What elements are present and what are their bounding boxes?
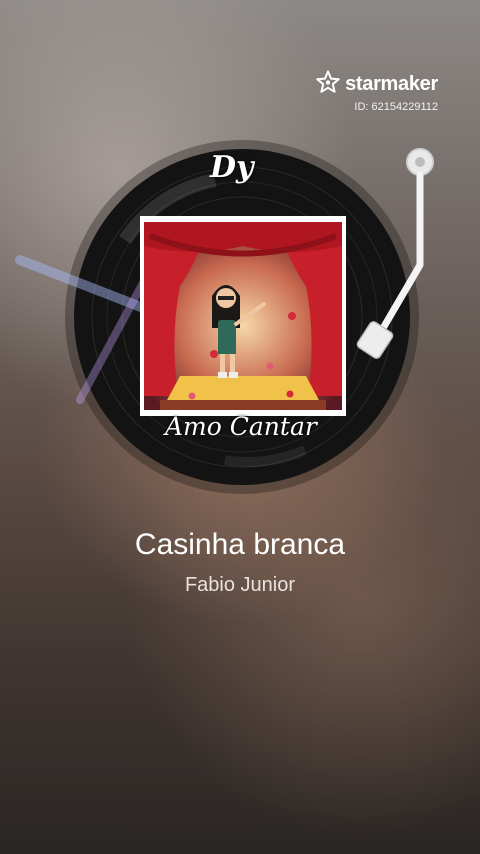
star-logo-icon xyxy=(316,70,340,99)
record-top-label: Dy xyxy=(210,150,254,185)
user-id: ID: 62154229112 xyxy=(354,101,438,113)
song-artist: Fabio Junior xyxy=(184,574,296,596)
album-cover xyxy=(140,216,346,416)
song-title: Casinha branca xyxy=(134,528,346,561)
tonearm xyxy=(356,148,434,359)
starmaker-watermark: starmaker ID: 62154229112 xyxy=(316,70,438,113)
record-bottom-label: Amo Cantar xyxy=(165,412,317,441)
brand-name: starmaker xyxy=(345,73,438,95)
